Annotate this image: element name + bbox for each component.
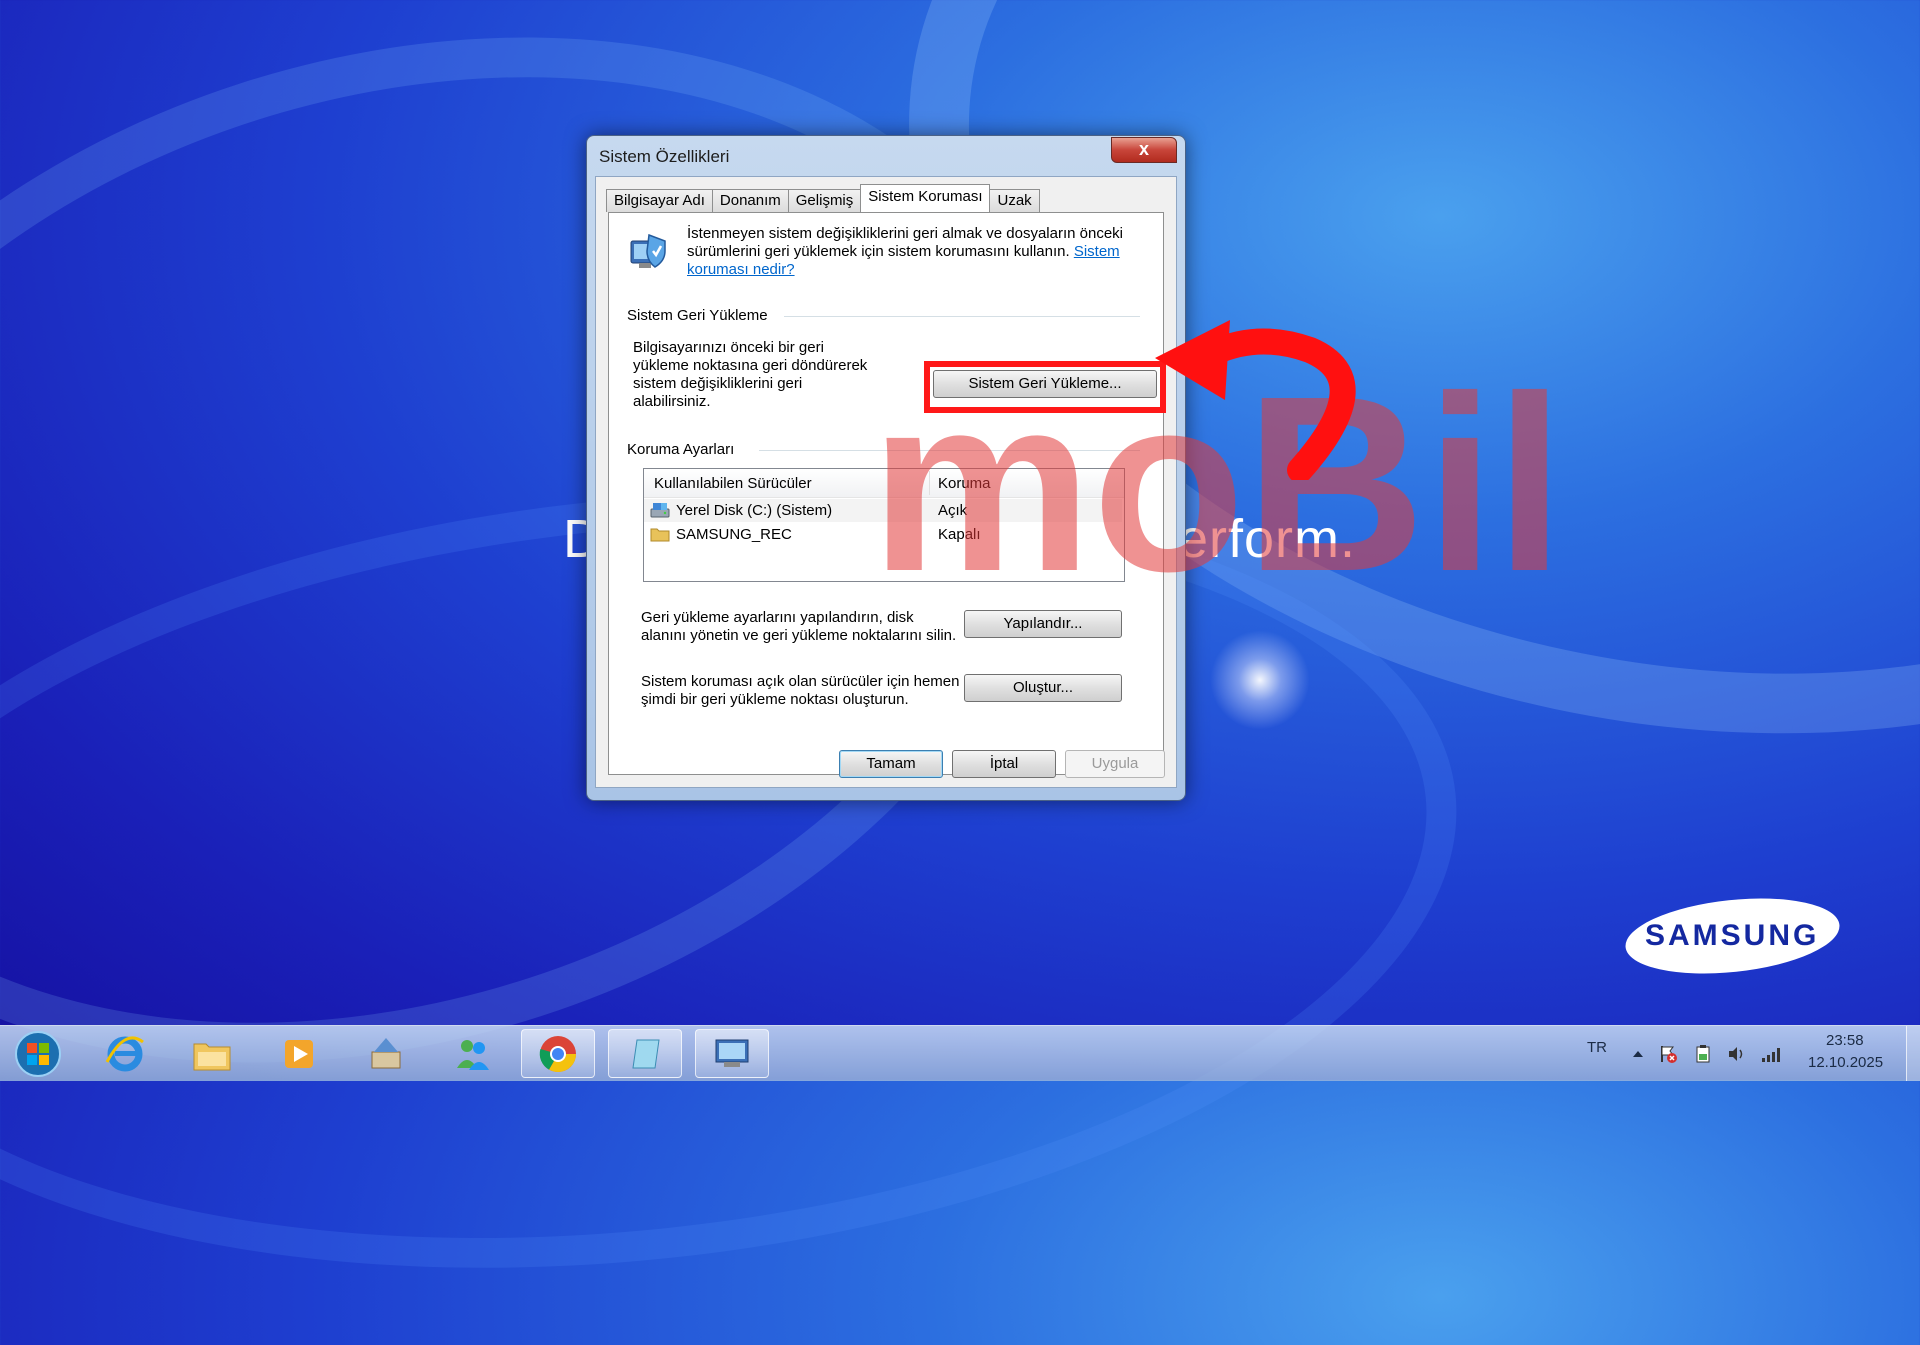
- language-indicator[interactable]: TR: [1587, 1039, 1607, 1056]
- clock-time[interactable]: 23:58: [1826, 1032, 1864, 1049]
- power-battery-icon[interactable]: [1693, 1044, 1713, 1064]
- taskbar-people-app[interactable]: [436, 1029, 510, 1078]
- notepad-window-icon: [632, 1039, 660, 1068]
- restore-description: Bilgisayarınızı önceki bir geri yükleme …: [633, 339, 868, 410]
- system-drive-icon: [650, 503, 670, 518]
- file-explorer-icon: [193, 1043, 231, 1070]
- group-divider: [759, 450, 1140, 451]
- people-app-icon: [457, 1039, 489, 1070]
- drive-name: SAMSUNG_REC: [676, 526, 792, 543]
- restore-group-title: Sistem Geri Yükleme: [627, 307, 786, 324]
- network-signal-icon[interactable]: [1760, 1044, 1780, 1064]
- drive-row-samsung-rec[interactable]: SAMSUNG_REC Kapalı: [644, 523, 1122, 546]
- tab-advanced[interactable]: Gelişmiş: [787, 189, 862, 212]
- system-protection-icon: [630, 233, 666, 268]
- intro-text: İstenmeyen sistem değişikliklerini geri …: [687, 225, 1127, 279]
- wallpaper-glow: [1210, 630, 1310, 730]
- tab-hardware[interactable]: Donanım: [711, 189, 789, 212]
- drive-protection-status: Açık: [938, 502, 968, 519]
- column-protection[interactable]: Koruma: [938, 475, 991, 492]
- taskbar: TR 23:58 12.10.2025: [0, 1025, 1920, 1081]
- tab-computer-name[interactable]: Bilgisayar Adı: [606, 189, 713, 212]
- close-button[interactable]: x: [1111, 137, 1177, 163]
- taskbar-sampler-app[interactable]: [349, 1029, 423, 1078]
- dialog-title: Sistem Özellikleri: [599, 147, 730, 166]
- group-divider: [784, 316, 1140, 317]
- system-protection-panel: İstenmeyen sistem değişikliklerini geri …: [608, 212, 1166, 775]
- chrome-icon: [539, 1035, 576, 1072]
- volume-icon[interactable]: [1726, 1044, 1746, 1064]
- apply-button[interactable]: Uygula: [1065, 750, 1165, 778]
- taskbar-notepad-window[interactable]: [608, 1029, 682, 1078]
- ok-button[interactable]: Tamam: [839, 750, 943, 778]
- internet-explorer-icon: [105, 1036, 144, 1071]
- drives-list-header: Kullanılabilen Sürücüler Koruma: [644, 469, 1124, 498]
- drives-list[interactable]: Kullanılabilen Sürücüler Koruma Yerel Di…: [643, 468, 1125, 582]
- wallpaper-tagline-right: erform.: [1178, 509, 1357, 569]
- taskbar-system-properties[interactable]: [695, 1029, 769, 1078]
- cancel-button[interactable]: İptal: [952, 750, 1056, 778]
- system-restore-button[interactable]: Sistem Geri Yükleme...: [933, 370, 1157, 398]
- taskbar-file-explorer[interactable]: [175, 1029, 249, 1078]
- protection-group-title: Koruma Ayarları: [627, 441, 753, 458]
- action-center-flag-icon[interactable]: [1658, 1044, 1678, 1064]
- drive-row-system[interactable]: Yerel Disk (C:) (Sistem) Açık: [644, 499, 1122, 522]
- taskbar-internet-explorer[interactable]: [88, 1029, 162, 1078]
- drive-name: Yerel Disk (C:) (Sistem): [676, 502, 833, 519]
- sampler-app-icon: [371, 1037, 401, 1068]
- system-properties-dialog: Sistem Özellikleri x Bilgisayar Adı Dona…: [586, 135, 1186, 801]
- folder-drive-icon: [650, 528, 670, 542]
- create-button[interactable]: Oluştur...: [964, 674, 1122, 702]
- tab-remote[interactable]: Uzak: [989, 189, 1040, 212]
- start-button-icon[interactable]: [8, 1030, 68, 1078]
- configure-button[interactable]: Yapılandır...: [964, 610, 1122, 638]
- configure-description: Geri yükleme ayarlarını yapılandırın, di…: [641, 609, 957, 644]
- dialog-body: Bilgisayar Adı Donanım Gelişmiş Sistem K…: [595, 176, 1177, 788]
- taskbar-chrome[interactable]: [521, 1029, 595, 1078]
- tab-strip: Bilgisayar Adı Donanım Gelişmiş Sistem K…: [606, 184, 1040, 212]
- tab-system-protection[interactable]: Sistem Koruması: [860, 184, 991, 212]
- samsung-logo-text: SAMSUNG: [1645, 919, 1820, 952]
- drive-protection-status: Kapalı: [938, 526, 981, 543]
- system-properties-icon: [715, 1039, 749, 1067]
- create-description: Sistem koruması açık olan sürücüler için…: [641, 673, 960, 708]
- intro-description: İstenmeyen sistem değişikliklerini geri …: [687, 225, 1124, 260]
- samsung-logo: SAMSUNG: [1621, 888, 1844, 984]
- taskbar-media-player[interactable]: [262, 1029, 336, 1078]
- clock-date[interactable]: 12.10.2025: [1808, 1054, 1883, 1071]
- show-hidden-icons-icon[interactable]: [1628, 1044, 1648, 1064]
- column-available-drives[interactable]: Kullanılabilen Sürücüler: [654, 475, 812, 492]
- show-desktop-button[interactable]: [1906, 1026, 1920, 1081]
- tutorial-arrow-icon: [1155, 320, 1356, 480]
- column-separator: [929, 471, 930, 495]
- media-player-icon: [285, 1039, 313, 1068]
